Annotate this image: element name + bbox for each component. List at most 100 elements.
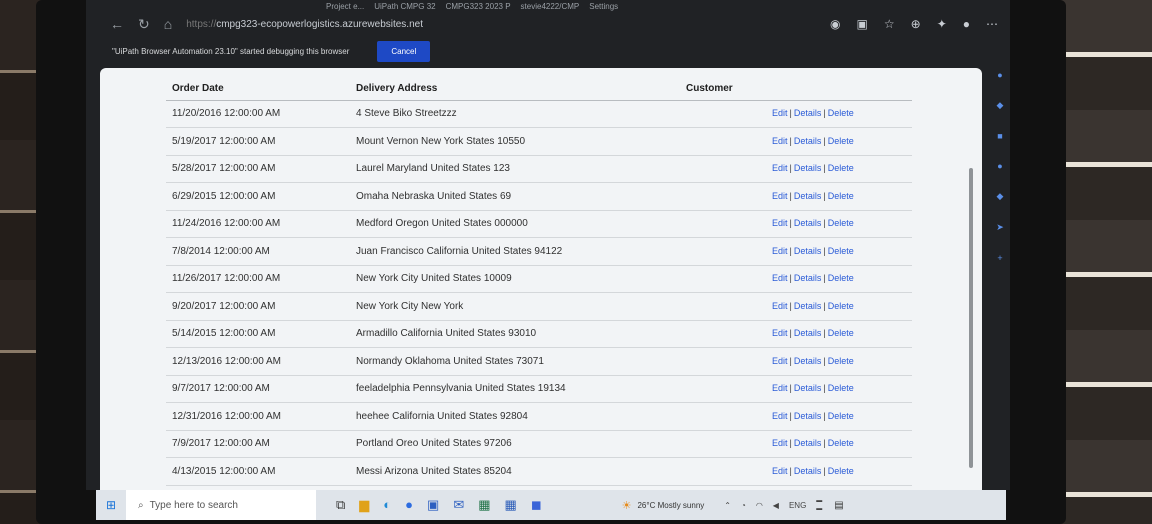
edit-link[interactable]: Edit	[772, 163, 788, 173]
zoom-icon[interactable]: ●	[405, 497, 413, 513]
profile-icon[interactable]: ●	[963, 17, 970, 31]
back-arrow-icon[interactable]: ←	[110, 16, 124, 32]
details-link[interactable]: Details	[794, 273, 822, 283]
weather-widget[interactable]: ☀ 26°C Mostly sunny	[622, 499, 705, 512]
volume-icon[interactable]: ◀	[773, 501, 779, 510]
edit-link[interactable]: Edit	[772, 218, 788, 228]
network-icon[interactable]: ◔	[741, 501, 746, 510]
delete-link[interactable]: Delete	[828, 273, 854, 283]
delete-link[interactable]: Delete	[828, 108, 854, 118]
file-explorer-icon[interactable]: ▆	[359, 497, 369, 513]
delete-link[interactable]: Delete	[828, 438, 854, 448]
edit-link[interactable]: Edit	[772, 411, 788, 421]
delete-link[interactable]: Delete	[828, 218, 854, 228]
sidebar-send-icon[interactable]: ➤	[996, 222, 1004, 233]
teams-icon[interactable]: ◼	[531, 497, 542, 513]
delete-link[interactable]: Delete	[828, 383, 854, 393]
column-header-delivery-address[interactable]: Delivery Address	[356, 68, 686, 101]
delete-link[interactable]: Delete	[828, 301, 854, 311]
home-icon[interactable]: ⌂	[164, 16, 172, 32]
details-link[interactable]: Details	[794, 108, 822, 118]
excel-icon[interactable]: ▦	[478, 497, 490, 513]
menu-icon[interactable]: ⋯	[986, 17, 998, 31]
edit-link[interactable]: Edit	[772, 383, 788, 393]
delete-link[interactable]: Delete	[828, 136, 854, 146]
cancel-button[interactable]: Cancel	[377, 40, 431, 62]
refresh-icon[interactable]: ↻	[138, 16, 150, 33]
delete-link[interactable]: Delete	[828, 191, 854, 201]
edit-link[interactable]: Edit	[772, 438, 788, 448]
delivery-address-cell: Armadillo California United States 93010	[356, 320, 686, 348]
delete-link[interactable]: Delete	[828, 411, 854, 421]
sidebar-add-icon[interactable]: +	[997, 253, 1002, 263]
word-icon[interactable]: ▦	[505, 497, 517, 513]
details-link[interactable]: Details	[794, 301, 822, 311]
delete-link[interactable]: Delete	[828, 466, 854, 476]
windows-start-icon[interactable]: ⊞	[96, 498, 126, 512]
sidebar-games-icon[interactable]: ●	[997, 161, 1002, 171]
pinned-apps: ⧉ ▆ ◐ ● ▣ ✉ ▦ ▦ ◼	[336, 497, 542, 513]
browser-tab[interactable]: Settings	[589, 2, 618, 11]
edit-link[interactable]: Edit	[772, 246, 788, 256]
table-row: 4/13/2015 12:00:00 AM Messi Arizona Unite…	[166, 457, 912, 486]
taskbar-clock[interactable]: ▬ ▬	[816, 497, 822, 513]
details-link[interactable]: Details	[794, 246, 822, 256]
edit-link[interactable]: Edit	[772, 108, 788, 118]
chevron-up-icon[interactable]: ⌃	[724, 501, 731, 510]
favorites-icon[interactable]: ☆	[884, 17, 895, 31]
link-separator: |	[789, 273, 792, 284]
url-field[interactable]: https://cmpg323-ecopowerlogistics.azurew…	[186, 19, 423, 30]
details-link[interactable]: Details	[794, 136, 822, 146]
link-separator: |	[789, 190, 792, 201]
details-link[interactable]: Details	[794, 356, 822, 366]
extensions-puzzle-icon[interactable]: ✦	[937, 17, 947, 31]
sidebar-tools-icon[interactable]: ■	[997, 131, 1002, 141]
edit-link[interactable]: Edit	[772, 273, 788, 283]
edit-link[interactable]: Edit	[772, 328, 788, 338]
edit-link[interactable]: Edit	[772, 136, 788, 146]
details-link[interactable]: Details	[794, 411, 822, 421]
details-link[interactable]: Details	[794, 218, 822, 228]
delete-link[interactable]: Delete	[828, 163, 854, 173]
delete-link[interactable]: Delete	[828, 328, 854, 338]
browser-tab[interactable]: UiPath CMPG 32	[374, 2, 435, 11]
customer-cell	[686, 320, 766, 348]
edge-browser-icon[interactable]: ◐	[383, 497, 391, 513]
split-screen-icon[interactable]: ▣	[857, 17, 868, 31]
column-header-order-date[interactable]: Order Date	[166, 68, 356, 101]
sidebar-office-icon[interactable]: ◆	[997, 191, 1004, 202]
edit-link[interactable]: Edit	[772, 191, 788, 201]
browser-tab[interactable]: CMPG323 2023 P	[446, 2, 511, 11]
edit-link[interactable]: Edit	[772, 356, 788, 366]
store-icon[interactable]: ▣	[427, 497, 439, 513]
row-actions: Edit | Details | Delete	[766, 265, 912, 293]
mail-icon[interactable]: ✉	[453, 497, 464, 513]
delivery-address-cell: Portland Oreo United States 97206	[356, 430, 686, 458]
edit-link[interactable]: Edit	[772, 466, 788, 476]
link-separator: |	[789, 163, 792, 174]
wifi-icon[interactable]: ◠	[756, 501, 763, 510]
sidebar-shopping-icon[interactable]: ◆	[997, 100, 1004, 111]
task-view-icon[interactable]: ⧉	[336, 497, 345, 513]
link-separator: |	[789, 355, 792, 366]
edit-link[interactable]: Edit	[772, 301, 788, 311]
browser-tab[interactable]: Project e...	[326, 2, 364, 11]
delete-link[interactable]: Delete	[828, 356, 854, 366]
collections-icon[interactable]: ⊕	[911, 17, 921, 31]
notification-icon[interactable]: ▤	[834, 500, 843, 511]
details-link[interactable]: Details	[794, 328, 822, 338]
scrollbar-thumb[interactable]	[969, 168, 973, 468]
browser-tab[interactable]: stevie4222/CMP	[521, 2, 580, 11]
language-indicator[interactable]: ENG	[789, 501, 806, 510]
sidebar-search-icon[interactable]: ●	[997, 70, 1002, 80]
details-link[interactable]: Details	[794, 438, 822, 448]
details-link[interactable]: Details	[794, 163, 822, 173]
link-separator: |	[823, 273, 826, 284]
taskbar-search[interactable]: ⌕ Type here to search	[126, 490, 316, 520]
details-link[interactable]: Details	[794, 383, 822, 393]
delete-link[interactable]: Delete	[828, 246, 854, 256]
extension-icon[interactable]: ◉	[830, 17, 840, 31]
column-header-customer[interactable]: Customer	[686, 68, 766, 101]
details-link[interactable]: Details	[794, 466, 822, 476]
details-link[interactable]: Details	[794, 191, 822, 201]
